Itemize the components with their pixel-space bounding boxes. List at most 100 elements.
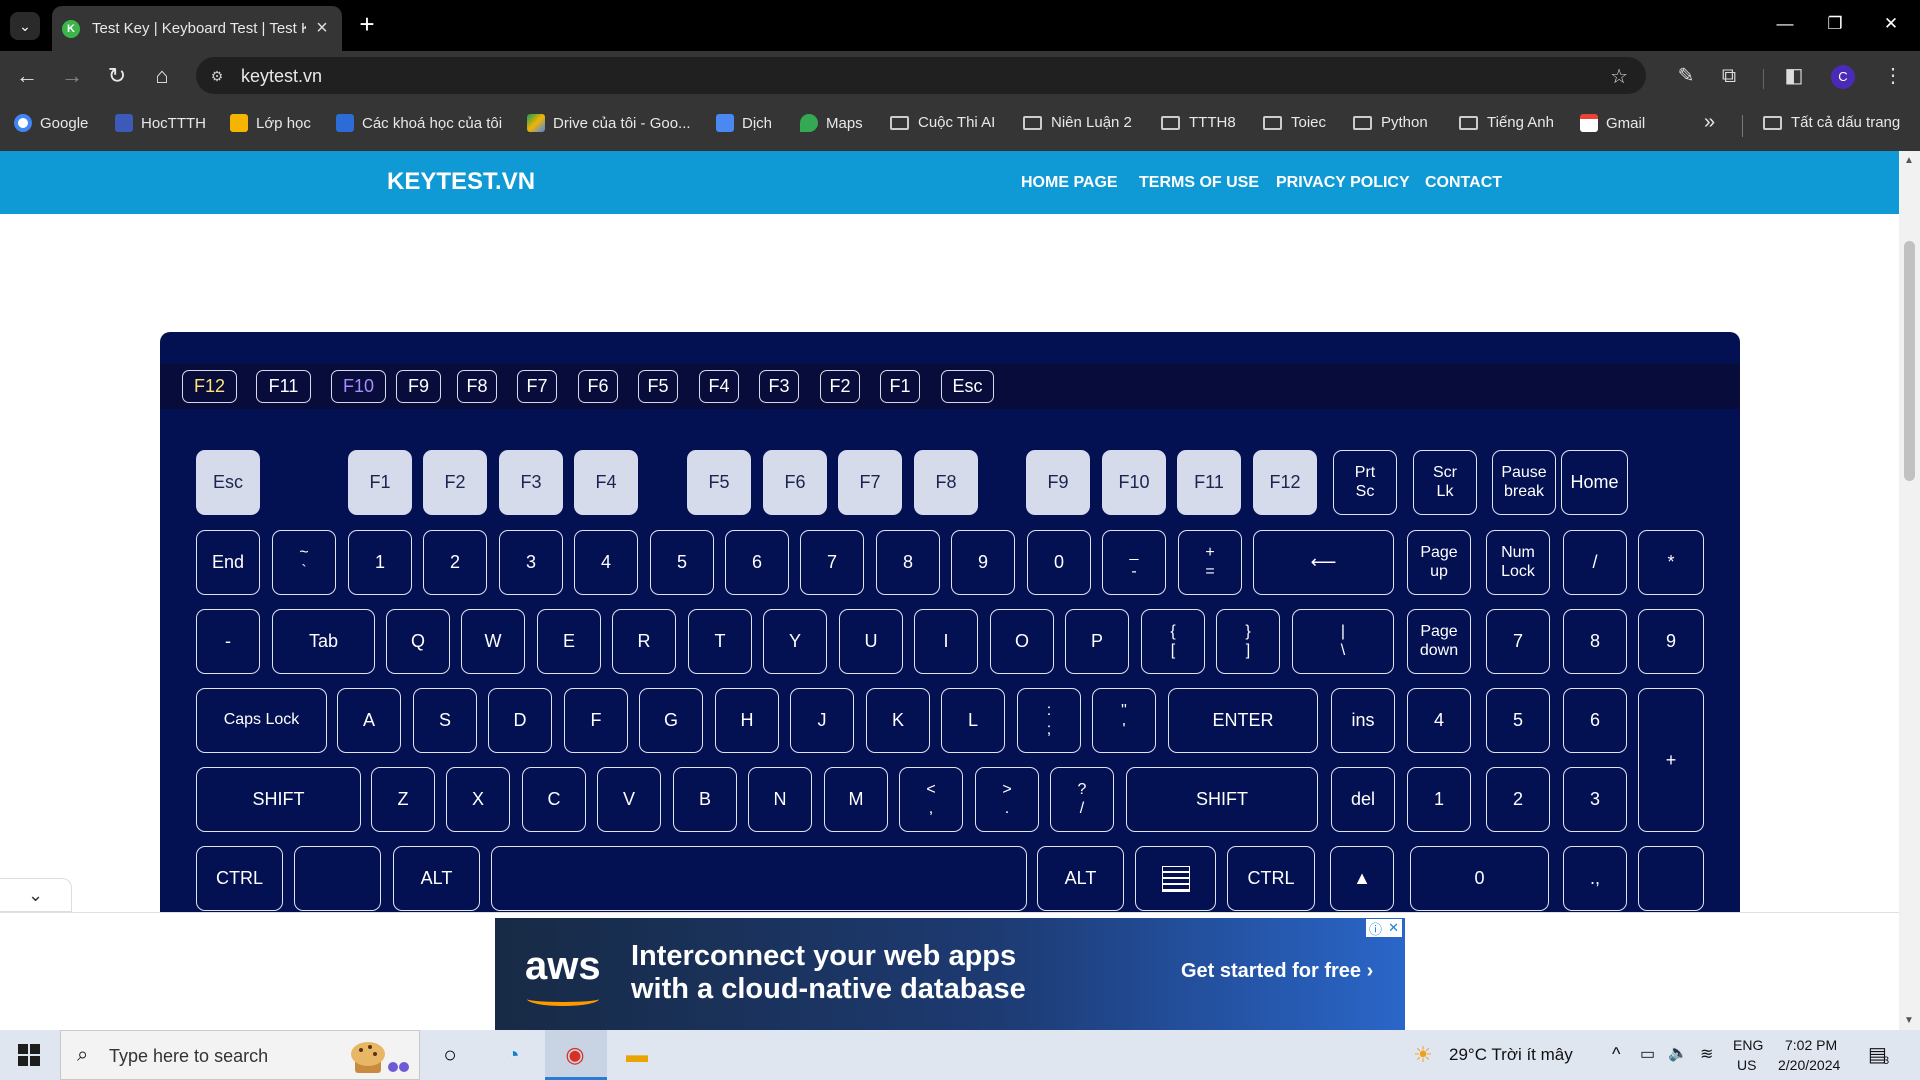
- key-ctrl-0[interactable]: CTRL: [196, 846, 283, 911]
- bookmark-classroom[interactable]: Lớp học: [230, 114, 311, 132]
- tray-overflow-icon[interactable]: ^: [1612, 1044, 1620, 1065]
- key-fn-12[interactable]: F12: [1253, 450, 1317, 515]
- extensions-puzzle-icon[interactable]: ⧉: [1716, 63, 1742, 89]
- key-bottom-4[interactable]: V: [597, 767, 661, 832]
- bookmark-folder-cuoc-thi-ai[interactable]: Cuộc Thi AI: [890, 114, 995, 131]
- key-top-8[interactable]: U: [839, 609, 903, 674]
- search-placeholder[interactable]: Type here to search: [109, 1046, 268, 1067]
- key-bottom-9[interactable]: > .: [975, 767, 1039, 832]
- key-home-4[interactable]: F: [564, 688, 628, 753]
- weather-icon[interactable]: ☀: [1408, 1040, 1438, 1070]
- key-top-9[interactable]: I: [914, 609, 978, 674]
- key-top-11[interactable]: P: [1065, 609, 1129, 674]
- key-num-2[interactable]: 1: [348, 530, 412, 595]
- key-ctrl-8[interactable]: 0: [1410, 846, 1549, 911]
- new-tab-button[interactable]: +: [352, 10, 382, 40]
- key-fn-4[interactable]: F4: [574, 450, 638, 515]
- key-num-18[interactable]: *: [1638, 530, 1704, 595]
- key-top-2[interactable]: Q: [386, 609, 450, 674]
- key-num-14[interactable]: ⟵: [1253, 530, 1394, 595]
- key-fn-1[interactable]: F1: [348, 450, 412, 515]
- key-num-12[interactable]: _ -: [1102, 530, 1166, 595]
- key-num-13[interactable]: + =: [1178, 530, 1242, 595]
- key-ctrl-3[interactable]: [491, 846, 1027, 911]
- bookmark-folder-nien-luan[interactable]: Niên Luận 2: [1023, 114, 1132, 131]
- key-bottom-8[interactable]: < ,: [899, 767, 963, 832]
- key-num-4[interactable]: 3: [499, 530, 563, 595]
- key-fn-10[interactable]: F10: [1102, 450, 1166, 515]
- key-bottom-7[interactable]: M: [824, 767, 888, 832]
- key-home-15[interactable]: 5: [1486, 688, 1550, 753]
- battery-icon[interactable]: ▭: [1640, 1044, 1655, 1064]
- key-top-6[interactable]: T: [688, 609, 752, 674]
- key-top-14[interactable]: | \: [1292, 609, 1394, 674]
- key-home-11[interactable]: " ': [1092, 688, 1156, 753]
- key-fn-11[interactable]: F11: [1177, 450, 1241, 515]
- key-num-1[interactable]: ~ `: [272, 530, 336, 595]
- restore-button[interactable]: ❐: [1810, 8, 1860, 40]
- key-bottom-3[interactable]: C: [522, 767, 586, 832]
- file-explorer-icon[interactable]: ▬: [622, 1040, 652, 1070]
- key-num-10[interactable]: 9: [951, 530, 1015, 595]
- key-top-12[interactable]: { [: [1141, 609, 1205, 674]
- key-bottom-5[interactable]: B: [673, 767, 737, 832]
- tab-search-button[interactable]: ⌄: [10, 12, 40, 40]
- url-text[interactable]: keytest.vn: [241, 66, 322, 87]
- bookmark-gmail[interactable]: Gmail: [1580, 114, 1645, 132]
- aws-advertisement[interactable]: aws Interconnect your web apps with a cl…: [495, 918, 1405, 1030]
- network-icon[interactable]: ≋: [1700, 1044, 1713, 1064]
- key-home-6[interactable]: H: [715, 688, 779, 753]
- key-top-4[interactable]: E: [537, 609, 601, 674]
- ad-info-icon[interactable]: ⓘ: [1369, 919, 1382, 938]
- key-fn-8[interactable]: F8: [914, 450, 978, 515]
- key-ctrl-1[interactable]: [294, 846, 381, 911]
- site-logo[interactable]: KEYTEST.VN: [387, 168, 535, 196]
- nav-privacy-policy[interactable]: PRIVACY POLICY: [1276, 174, 1410, 192]
- key-fn-13[interactable]: Prt Sc: [1333, 450, 1397, 515]
- key-bottom-11[interactable]: SHIFT: [1126, 767, 1318, 832]
- key-fn-9[interactable]: F9: [1026, 450, 1090, 515]
- ad-close-icon[interactable]: ✕: [1388, 920, 1399, 936]
- taskbar-search[interactable]: ⌕ Type here to search: [60, 1030, 420, 1080]
- nav-contact[interactable]: CONTACT: [1425, 174, 1502, 192]
- key-ctrl-9[interactable]: .,: [1563, 846, 1627, 911]
- key-fn-6[interactable]: F6: [763, 450, 827, 515]
- key-fn-7[interactable]: F7: [838, 450, 902, 515]
- key-ctrl-2[interactable]: ALT: [393, 846, 480, 911]
- key-num-0[interactable]: End: [196, 530, 260, 595]
- key-num-11[interactable]: 0: [1027, 530, 1091, 595]
- extension-icon[interactable]: ✎: [1673, 63, 1699, 89]
- key-top-15[interactable]: Page down: [1407, 609, 1471, 674]
- key-home-1[interactable]: A: [337, 688, 401, 753]
- side-panel-icon[interactable]: ◧: [1781, 63, 1807, 89]
- address-bar[interactable]: ⚙ keytest.vn ☆: [196, 57, 1646, 94]
- windows-start-icon[interactable]: [18, 1044, 40, 1066]
- page-scrollbar[interactable]: ▲ ▼: [1899, 151, 1920, 1030]
- close-window-button[interactable]: ✕: [1866, 8, 1916, 40]
- key-ctrl-7[interactable]: ▲: [1330, 846, 1394, 911]
- key-top-18[interactable]: 9: [1638, 609, 1704, 674]
- key-num-9[interactable]: 8: [876, 530, 940, 595]
- tab-close-icon[interactable]: ×: [312, 17, 332, 40]
- language-top[interactable]: ENG: [1733, 1037, 1763, 1053]
- key-home-0[interactable]: Caps Lock: [196, 688, 327, 753]
- chrome-icon[interactable]: ◉: [560, 1040, 590, 1070]
- key-home-8[interactable]: K: [866, 688, 930, 753]
- key-num-16[interactable]: Num Lock: [1486, 530, 1550, 595]
- menu-kebab-icon[interactable]: ⋮: [1880, 63, 1906, 89]
- ad-choices[interactable]: ⓘ ✕: [1366, 919, 1402, 937]
- bookmark-drive[interactable]: Drive của tôi - Goo...: [527, 114, 691, 132]
- key-fn-16[interactable]: Home: [1561, 450, 1628, 515]
- scroll-up-icon[interactable]: ▲: [1904, 155, 1914, 166]
- bookmark-translate[interactable]: Dịch: [716, 114, 772, 132]
- bookmark-folder-python[interactable]: Python: [1353, 114, 1428, 131]
- key-bottom-13[interactable]: 1: [1407, 767, 1471, 832]
- key-num-7[interactable]: 6: [725, 530, 789, 595]
- bookmark-star-icon[interactable]: ☆: [1610, 64, 1628, 89]
- key-top-13[interactable]: } ]: [1216, 609, 1280, 674]
- key-home-12[interactable]: ENTER: [1168, 688, 1318, 753]
- key-fn-15[interactable]: Pause break: [1492, 450, 1556, 515]
- bookmark-folder-ttth8[interactable]: TTTH8: [1161, 114, 1236, 131]
- all-bookmarks-button[interactable]: Tất cả dấu trang: [1763, 114, 1900, 131]
- minimize-button[interactable]: —: [1760, 8, 1810, 40]
